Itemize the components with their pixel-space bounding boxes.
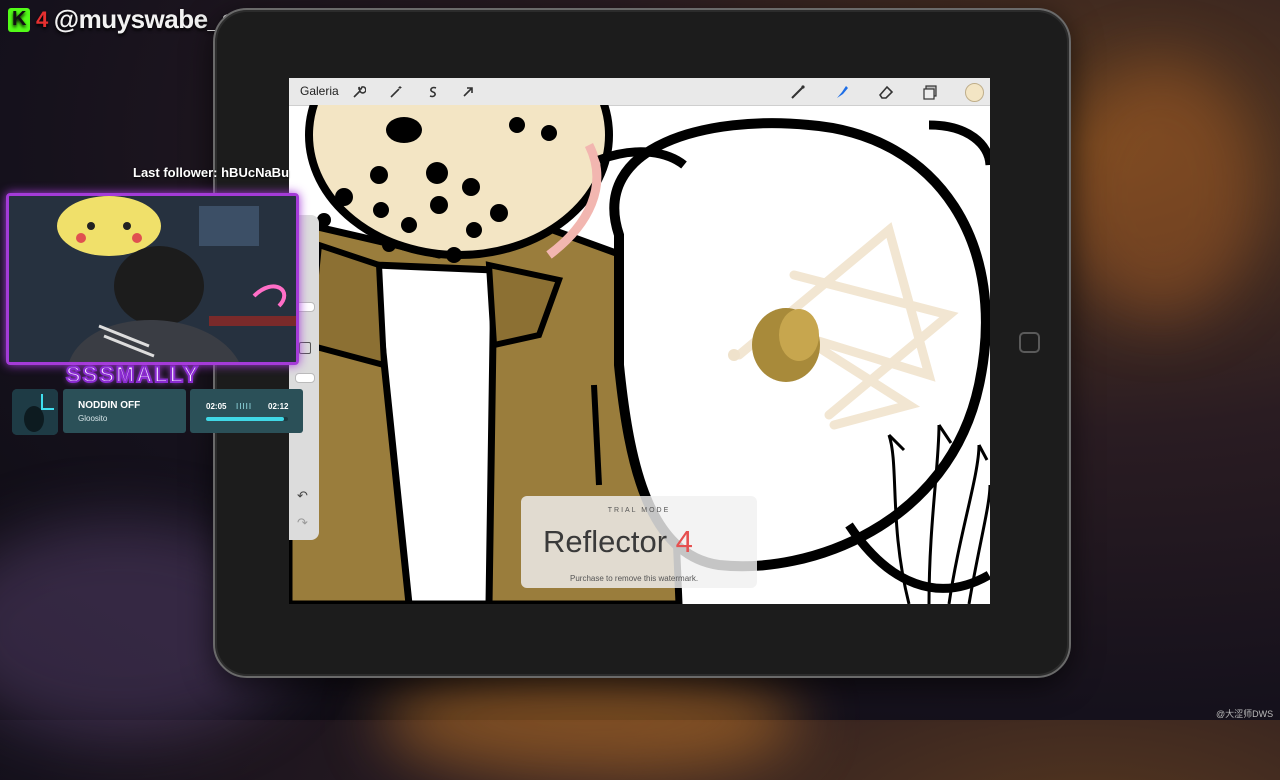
brush-icon[interactable]: [788, 82, 808, 102]
color-swatch[interactable]: [965, 83, 984, 102]
eraser-icon[interactable]: [876, 82, 896, 102]
home-button[interactable]: [1019, 332, 1040, 353]
progress-bar: [206, 417, 288, 421]
layers-icon[interactable]: [920, 82, 940, 102]
reflector-title: Reflector 4: [543, 524, 693, 560]
current-time: 02:05: [206, 402, 227, 411]
progress-fill: [206, 417, 284, 421]
undo-icon[interactable]: ↶: [297, 488, 308, 504]
procreate-toolbar: Galeria: [289, 78, 990, 106]
transform-arrow-icon[interactable]: [458, 82, 478, 102]
song-info-card: NODDIN OFF Gloosito: [63, 389, 186, 433]
webcam-image: [9, 196, 296, 362]
album-art: [12, 389, 58, 435]
gallery-button[interactable]: Galeria: [300, 84, 339, 98]
total-time: 02:12: [268, 402, 289, 411]
smudge-icon[interactable]: [832, 82, 852, 102]
watermark-subtitle: Purchase to remove this watermark.: [570, 574, 699, 583]
trial-mode-label: TRIAL MODE: [607, 507, 671, 514]
redo-icon[interactable]: ↷: [297, 515, 308, 531]
background-glow: [1060, 60, 1260, 320]
background-glow: [380, 660, 800, 780]
equalizer-icon: IIIII: [236, 402, 253, 411]
last-follower-text: Last follower: hBUcNaBu: [133, 165, 290, 180]
song-artist: Gloosito: [78, 414, 108, 423]
playback-card: 02:05 IIIII 02:12: [190, 389, 303, 433]
modify-button[interactable]: [299, 342, 311, 354]
song-title: NODDIN OFF: [78, 400, 141, 411]
reflector-name: Reflector: [543, 524, 676, 559]
selection-s-icon[interactable]: [423, 82, 443, 102]
reflector-watermark: TRIAL MODE Reflector 4 Purchase to remov…: [521, 496, 757, 588]
kick-logo-icon: K: [8, 7, 30, 32]
credit-watermark: @大涩师DWS: [1216, 709, 1274, 719]
opacity-slider[interactable]: [295, 373, 315, 383]
magic-wand-icon[interactable]: [386, 82, 406, 102]
wrench-icon[interactable]: [349, 82, 369, 102]
kick-number: 4: [36, 6, 48, 32]
streamer-name-banner: SSSMALLY: [65, 361, 200, 388]
webcam-feed: [6, 193, 299, 365]
reflector-version: 4: [675, 524, 693, 559]
